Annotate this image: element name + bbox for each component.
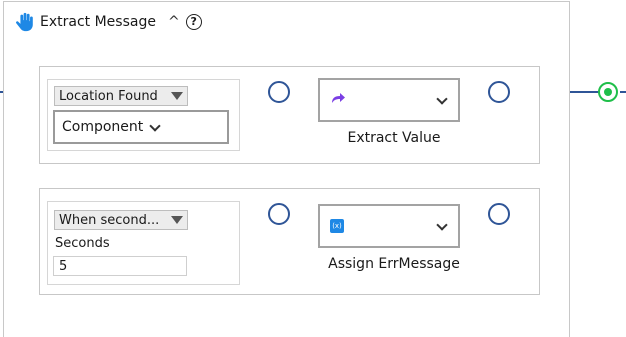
component-select-value: Component bbox=[62, 119, 144, 135]
end-node-dot bbox=[604, 88, 612, 96]
condition-dropdown[interactable]: When second... bbox=[54, 210, 188, 230]
connector-node[interactable] bbox=[488, 203, 510, 225]
seconds-label: Seconds bbox=[55, 236, 110, 251]
condition-dropdown-value: When second... bbox=[59, 212, 160, 228]
condition-dropdown-value: Location Found bbox=[59, 88, 158, 104]
condition-dropdown[interactable]: Location Found bbox=[54, 86, 188, 106]
collapse-caret-icon[interactable]: ^ bbox=[168, 14, 180, 30]
chevron-down-icon bbox=[436, 92, 448, 105]
action-label: Extract Value bbox=[347, 130, 441, 146]
block-title: Extract Message bbox=[40, 14, 156, 30]
redirect-arrow-icon bbox=[330, 90, 346, 110]
connector-node[interactable] bbox=[268, 203, 290, 225]
block-header: Extract Message ^ ? bbox=[14, 10, 202, 34]
dropdown-triangle-icon bbox=[171, 216, 183, 224]
action-label: Assign ErrMessage bbox=[328, 256, 460, 272]
action-select-assign[interactable]: (x) bbox=[318, 204, 460, 248]
variable-icon: (x) bbox=[330, 219, 344, 233]
end-node-icon[interactable] bbox=[598, 82, 618, 102]
help-icon[interactable]: ? bbox=[185, 14, 202, 30]
connector-node[interactable] bbox=[268, 81, 290, 103]
hand-icon bbox=[14, 11, 36, 33]
dropdown-triangle-icon bbox=[171, 92, 183, 100]
connector-node[interactable] bbox=[488, 81, 510, 103]
action-select-extract[interactable] bbox=[318, 78, 460, 122]
seconds-input[interactable]: 5 bbox=[53, 256, 187, 276]
component-select[interactable]: Component bbox=[53, 110, 229, 144]
chevron-down-icon bbox=[436, 218, 448, 231]
chevron-down-icon bbox=[149, 119, 161, 132]
